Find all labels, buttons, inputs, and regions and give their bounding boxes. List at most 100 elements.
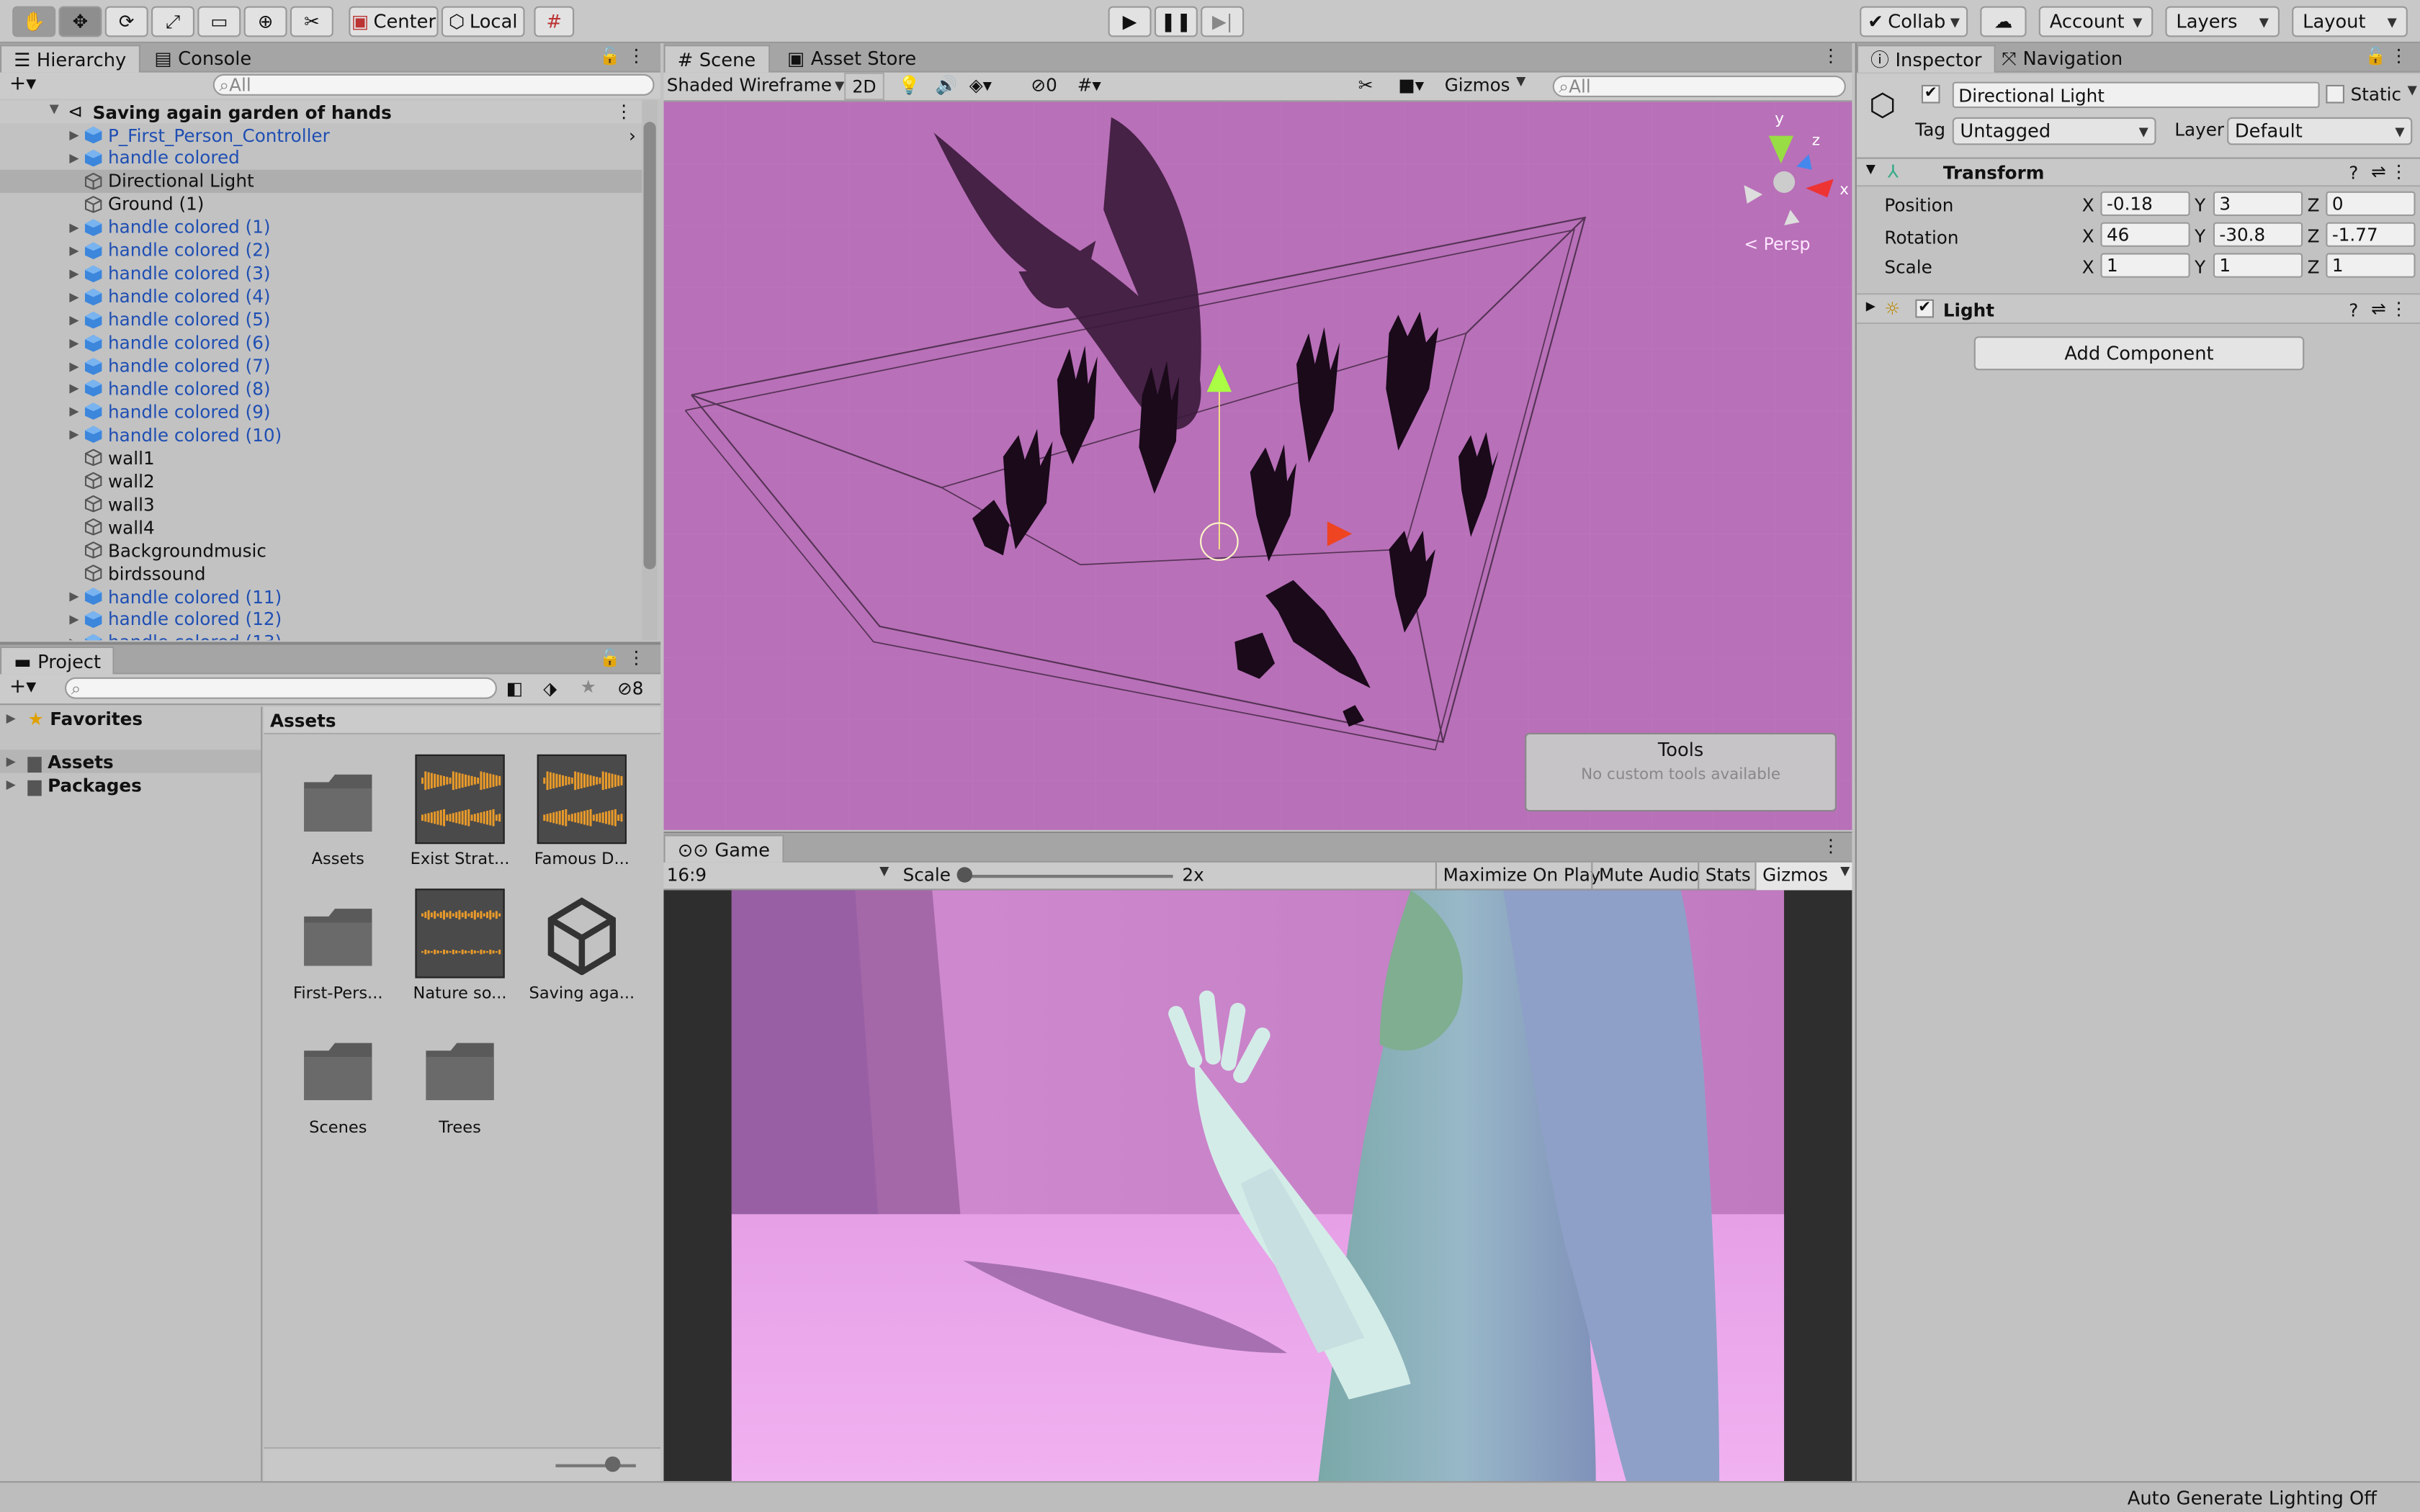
lock-icon[interactable]: 🔓 (2365, 46, 2385, 66)
snap-icon[interactable]: # (534, 6, 575, 37)
favorite-star-icon[interactable]: ★ (581, 676, 596, 698)
expand-arrow-icon[interactable]: ▶ (69, 405, 84, 418)
tag-dropdown[interactable]: Untagged ▼ (1952, 117, 2156, 145)
lock-icon[interactable]: 🔓 (599, 46, 620, 66)
expand-arrow-icon[interactable]: ▶ (69, 336, 84, 349)
hierarchy-item[interactable]: Directional Light (0, 169, 642, 193)
draw-mode-dropdown[interactable]: Shaded Wireframe ▼ (667, 74, 845, 96)
expand-arrow-icon[interactable]: ▼ (50, 102, 59, 115)
preset-icon[interactable]: ⇌ (2371, 161, 2386, 182)
icon-size-slider-thumb[interactable] (605, 1456, 621, 1472)
pivot-center-toggle[interactable]: ▣ Center (349, 6, 439, 37)
effects-icon[interactable]: ◈▾ (969, 74, 992, 96)
scene-menu-icon[interactable]: ⋮ (615, 100, 633, 122)
rotation-z-field[interactable]: -1.77 (2326, 222, 2416, 247)
asset-item[interactable]: Assets (277, 755, 400, 881)
hierarchy-item[interactable]: Backgroundmusic (0, 539, 642, 562)
panel-menu-icon[interactable]: ⋮ (627, 45, 645, 66)
hierarchy-item[interactable]: ▶ handle colored (11) (0, 585, 642, 608)
lighting-icon[interactable]: 💡 (898, 74, 920, 96)
axis-label[interactable]: Z (2308, 256, 2320, 278)
expand-arrow-icon[interactable]: ▶ (69, 382, 84, 395)
transform-tool-icon[interactable]: ⊕ (243, 6, 287, 37)
tab-hierarchy[interactable]: ☰ Hierarchy (0, 45, 140, 73)
hierarchy-item[interactable]: ▶ handle colored (2) (0, 239, 642, 262)
axis-label[interactable]: Z (2308, 225, 2320, 247)
light-enabled-checkbox[interactable]: ✔ (1915, 299, 1934, 318)
axis-label[interactable]: Z (2308, 194, 2320, 216)
help-icon[interactable]: ? (2349, 162, 2358, 184)
asset-item[interactable]: First-Pers... (277, 888, 400, 1015)
hierarchy-item[interactable]: ▶ handle colored (4) (0, 285, 642, 308)
expand-arrow-icon[interactable]: ▶ (69, 151, 84, 165)
layout-dropdown[interactable]: Layout ▼ (2292, 6, 2408, 37)
scene-viewport[interactable]: y z x < Persp Tools No custom tools avai… (663, 102, 1852, 830)
object-name-field[interactable]: Directional Light (1952, 81, 2320, 108)
custom-tool-icon[interactable]: ✂ (290, 6, 333, 37)
asset-item[interactable]: Saving aga... (520, 888, 643, 1015)
rotation-x-field[interactable]: 46 (2100, 222, 2190, 247)
prefab-open-icon[interactable]: › (629, 125, 636, 146)
light-component-header[interactable]: ▶ ☼ ✔ Light ? ⇌ ⋮ (1856, 293, 2420, 324)
cloud-icon[interactable]: ☁ (1980, 6, 2027, 37)
hierarchy-item[interactable]: wall1 (0, 446, 642, 469)
axis-label[interactable]: Y (2195, 256, 2205, 278)
expand-arrow-icon[interactable]: ▶ (69, 289, 84, 303)
pivot-local-toggle[interactable]: ⬡ Local (441, 6, 525, 37)
scale-y-field[interactable]: 1 (2213, 253, 2303, 278)
panel-menu-icon[interactable]: ⋮ (1822, 45, 1840, 66)
tree-item-packages[interactable]: ▶ ▆ Packages (0, 773, 261, 796)
rotation-y-field[interactable]: -30.8 (2213, 222, 2303, 247)
scale-tool-icon[interactable]: ⤢ (151, 6, 194, 37)
position-x-field[interactable]: -0.18 (2100, 191, 2190, 216)
hidden-objects-toggle[interactable]: ⊘0 (1031, 74, 1057, 96)
filter-type-icon[interactable]: ◧ (506, 678, 523, 699)
mute-audio-toggle[interactable]: Mute Audio (1591, 862, 1706, 891)
hierarchy-item[interactable]: ▶ handle colored (3) (0, 262, 642, 285)
maximize-on-play-toggle[interactable]: Maximize On Play (1435, 862, 1607, 891)
hierarchy-item[interactable]: ▶ handle colored (7) (0, 354, 642, 377)
audio-icon[interactable]: 🔊 (936, 74, 958, 96)
hierarchy-item[interactable]: ▶ handle colored (6) (0, 331, 642, 354)
hierarchy-item[interactable]: wall2 (0, 469, 642, 492)
account-dropdown[interactable]: Account ▼ (2038, 6, 2154, 37)
tools-icon[interactable]: ✂ (1358, 74, 1373, 96)
project-search-input[interactable]: ⌕ (65, 677, 497, 699)
stats-toggle[interactable]: Stats (1698, 862, 1757, 891)
icon-size-slider[interactable] (555, 1464, 636, 1467)
hierarchy-scrollbar[interactable] (642, 100, 658, 641)
static-dropdown[interactable]: Static ▼ (2351, 84, 2417, 105)
tab-navigation[interactable]: ⤧ Navigation (1989, 45, 2135, 73)
rotate-tool-icon[interactable]: ⟳ (104, 6, 148, 37)
scale-slider[interactable] (963, 875, 1173, 878)
game-gizmos-dropdown[interactable]: Gizmos ▼ (1754, 862, 1852, 891)
filter-label-icon[interactable]: ⬗ (543, 678, 557, 699)
grid-toggle-icon[interactable]: #▾ (1077, 74, 1101, 96)
scale-z-field[interactable]: 1 (2326, 253, 2416, 278)
play-button[interactable]: ▶ (1108, 6, 1152, 37)
tree-item-assets[interactable]: ▶ ▆ Assets (0, 750, 261, 773)
camera-icon[interactable]: ■▾ (1398, 74, 1424, 96)
scene-search-input[interactable]: ⌕ All (1552, 75, 1846, 97)
aspect-dropdown[interactable]: 16:9 ▼ (667, 864, 889, 886)
hierarchy-search-input[interactable]: ⌕ All (212, 73, 655, 96)
axis-label[interactable]: X (2082, 225, 2094, 247)
tab-project[interactable]: ▬ Project (0, 646, 115, 675)
panel-menu-icon[interactable]: ⋮ (1822, 834, 1840, 856)
expand-arrow-icon[interactable]: ▶ (69, 590, 84, 603)
expand-arrow-icon[interactable]: ▶ (69, 312, 84, 326)
active-checkbox[interactable]: ✔ (1921, 84, 1940, 104)
expand-arrow-icon[interactable]: ▶ (69, 613, 84, 626)
tab-console[interactable]: ▤ Console (142, 45, 264, 73)
axis-label[interactable]: Y (2195, 225, 2205, 247)
axis-label[interactable]: X (2082, 194, 2094, 216)
lighting-status[interactable]: Auto Generate Lighting Off (2128, 1488, 2377, 1509)
hierarchy-item[interactable]: birdssound (0, 562, 642, 585)
scale-x-field[interactable]: 1 (2100, 253, 2190, 278)
expand-arrow-icon[interactable]: ▶ (69, 636, 84, 641)
help-icon[interactable]: ? (2349, 300, 2358, 321)
hierarchy-item[interactable]: ▶ handle colored (12) (0, 608, 642, 631)
layer-dropdown[interactable]: Default ▼ (2227, 117, 2413, 145)
asset-item[interactable]: Nature so... (398, 888, 521, 1015)
move-tool-icon[interactable]: ✥ (58, 6, 102, 37)
